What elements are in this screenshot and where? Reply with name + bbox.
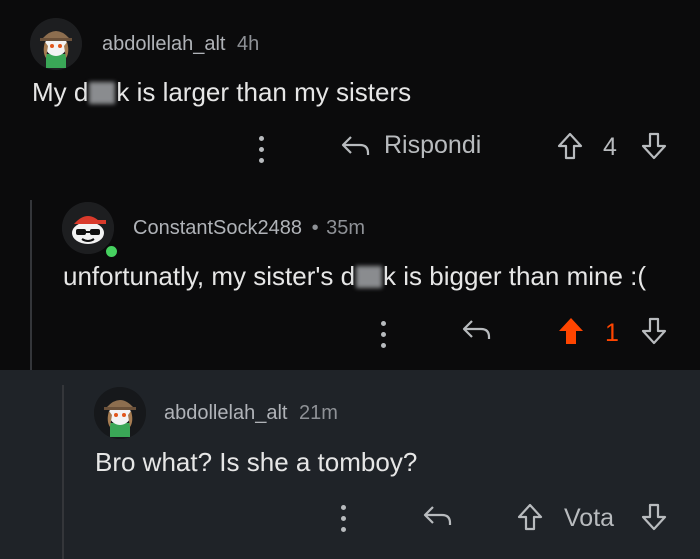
censored-blur [89, 82, 116, 104]
avatar[interactable] [30, 18, 82, 70]
more-options-icon[interactable] [341, 502, 346, 535]
downvote-button[interactable] [640, 131, 668, 161]
upvote-icon [559, 318, 583, 344]
comment-body: Bro what? Is she a tomboy? [95, 447, 418, 477]
vote-count: 4 [603, 133, 617, 161]
comment-username[interactable]: abdollelah_alt 4h [102, 33, 259, 56]
reply-label[interactable]: Rispondi [384, 131, 481, 160]
upvote-button[interactable] [556, 131, 584, 161]
username-text[interactable]: abdollelah_alt [164, 402, 287, 424]
upvote-button[interactable] [516, 502, 544, 532]
comment-username[interactable]: ConstantSock2488 • 35m [133, 217, 365, 240]
downvote-button[interactable] [640, 316, 668, 346]
comment-time: 21m [299, 402, 338, 424]
comment-username[interactable]: abdollelah_alt 21m [164, 402, 338, 425]
username-text[interactable]: ConstantSock2488 [133, 217, 302, 239]
vote-label[interactable]: Vota [564, 504, 614, 533]
reply-arrow-icon [423, 506, 452, 525]
online-status-icon [104, 244, 119, 259]
reply-button[interactable]: Rispondi [340, 131, 481, 160]
more-options-icon[interactable] [259, 133, 264, 166]
censored-blur [356, 266, 383, 288]
downvote-icon [641, 132, 667, 160]
upvote-icon [517, 503, 543, 531]
comment-text-part: k is bigger than mine :( [383, 261, 647, 291]
upvote-icon [557, 132, 583, 160]
downvote-icon [641, 503, 667, 531]
more-options-icon[interactable] [381, 318, 386, 351]
comment-time: 4h [237, 33, 260, 55]
comment-text-part: My d [32, 77, 89, 107]
downvote-button[interactable] [640, 502, 668, 532]
upvote-button[interactable] [557, 316, 585, 346]
comment-text-part: unfortunatly, my sister's d [63, 261, 356, 291]
comment-body: unfortunatly, my sister's d k is bigger t… [63, 261, 646, 292]
downvote-icon [641, 317, 667, 345]
avatar[interactable] [94, 387, 146, 439]
comment-time: 35m [326, 217, 366, 239]
reply-button[interactable] [461, 317, 493, 343]
reply-arrow-icon [341, 135, 370, 155]
comment-text-part: k is larger than my sisters [116, 77, 412, 107]
vote-count: 1 [605, 319, 619, 347]
username-text[interactable]: abdollelah_alt [102, 33, 225, 55]
reply-arrow-icon [462, 320, 491, 339]
separator-dot: • [311, 217, 319, 239]
reply-button[interactable] [422, 503, 454, 529]
thread-line-nested [62, 385, 64, 559]
comment-body: My d k is larger than my sisters [32, 77, 411, 108]
avatar[interactable] [62, 202, 119, 259]
